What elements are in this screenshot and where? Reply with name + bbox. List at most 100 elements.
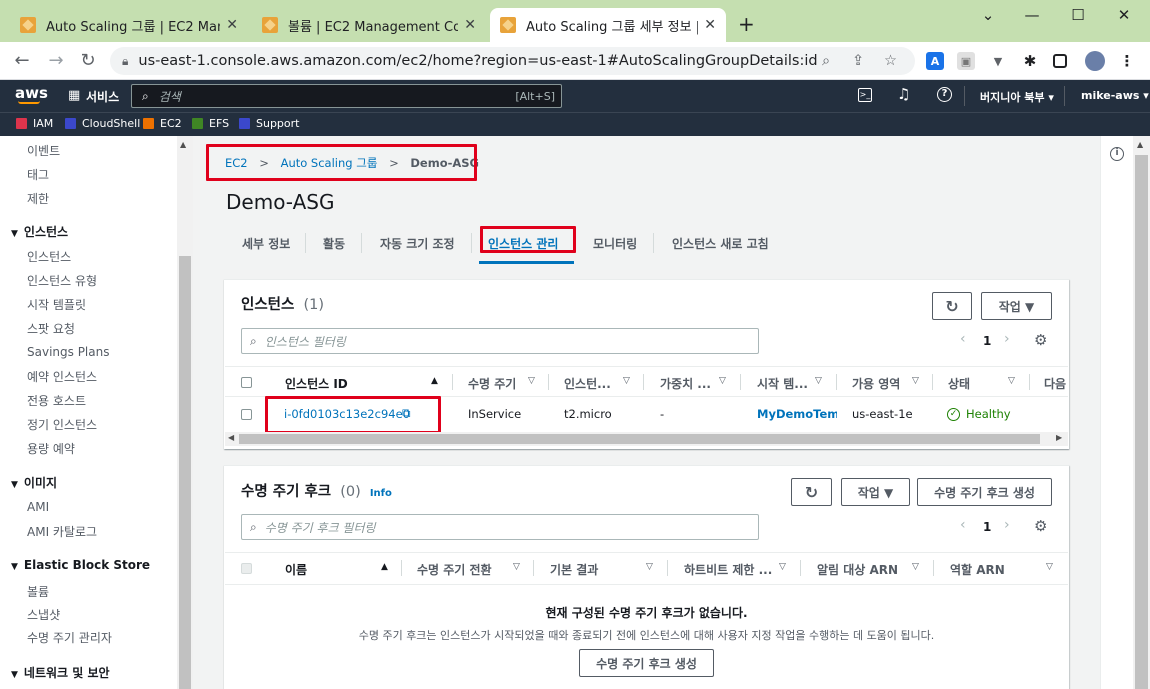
sort-icon[interactable]: ▽ <box>513 562 520 572</box>
sidebar-item-instances[interactable]: 인스턴스 <box>27 248 71 265</box>
sort-icon[interactable]: ▽ <box>719 376 726 386</box>
share-icon[interactable]: ⇪ <box>852 53 864 69</box>
current-page[interactable]: 1 <box>983 334 991 348</box>
tab-details[interactable]: 세부 정보 <box>242 235 290 252</box>
favorite-ec2[interactable]: EC2 <box>143 117 182 130</box>
column-header-lifecycle-transition[interactable]: 수명 주기 전환 <box>417 561 492 578</box>
scroll-up-arrow-icon[interactable]: ▲ <box>1137 140 1143 149</box>
sort-icon[interactable]: ▽ <box>646 562 653 572</box>
info-link[interactable]: Info <box>370 488 392 499</box>
sidebar-item-instance-types[interactable]: 인스턴스 유형 <box>27 272 97 289</box>
sidebar-item-spot-requests[interactable]: 스팟 요청 <box>27 320 75 337</box>
tab-search-icon[interactable]: ⌄ <box>968 6 1008 24</box>
sidebar-item-savings-plans[interactable]: Savings Plans <box>27 345 109 359</box>
column-header-next[interactable]: 다음 <box>1044 375 1068 392</box>
column-header-status[interactable]: 상태 <box>948 375 970 392</box>
refresh-instances-button[interactable]: ↻ <box>932 292 972 320</box>
next-page-icon[interactable]: › <box>1004 517 1010 533</box>
tab-automatic-scaling[interactable]: 자동 크기 조정 <box>380 235 455 252</box>
next-page-icon[interactable]: › <box>1004 331 1010 347</box>
account-menu[interactable]: mike-aws ▾ <box>1081 89 1149 102</box>
favorite-efs[interactable]: EFS <box>192 117 229 130</box>
services-grid-icon[interactable]: ▦ <box>68 88 80 103</box>
column-header-launch-template[interactable]: 시작 템... <box>757 375 808 392</box>
sidebar-scroll-thumb[interactable] <box>179 256 191 689</box>
sidebar-item-dedicated-hosts[interactable]: 전용 호스트 <box>27 392 86 409</box>
hooks-filter-input[interactable]: ⌕ 수명 주기 후크 필터링 <box>241 514 759 540</box>
column-header-instance-id[interactable]: 인스턴스 ID <box>285 375 348 392</box>
previous-page-icon[interactable]: ‹ <box>960 517 966 533</box>
sidebar-item-ami[interactable]: AMI <box>27 500 49 514</box>
column-header-default-result[interactable]: 기본 결과 <box>550 561 598 578</box>
global-search-input[interactable]: ⌕ 검색 [Alt+S] <box>131 84 562 108</box>
sidebar-section-network-security[interactable]: ▼ 네트워크 및 보안 <box>11 664 110 681</box>
settings-gear-icon[interactable]: ⚙ <box>1034 331 1047 349</box>
row-checkbox[interactable] <box>241 409 252 420</box>
tab-activity[interactable]: 활동 <box>323 235 345 252</box>
zoom-icon[interactable]: ⌕ <box>822 53 830 69</box>
aws-logo[interactable]: aws <box>15 84 48 102</box>
close-tab-icon[interactable]: ✕ <box>464 17 476 33</box>
browser-tab-asg-details[interactable]: Auto Scaling 그룹 세부 정보 | EC2 Management C… <box>490 8 726 42</box>
address-bar[interactable]: 🔒︎ us-east-1.console.aws.amazon.com/ec2/… <box>110 47 915 75</box>
tab-instance-refresh[interactable]: 인스턴스 새로 고침 <box>672 235 769 252</box>
column-header-notification-target-arn[interactable]: 알림 대상 ARN <box>817 561 898 578</box>
browser-tab-asg[interactable]: Auto Scaling 그룹 | EC2 Management Console… <box>10 8 248 42</box>
select-all-checkbox[interactable] <box>241 377 252 388</box>
sort-ascending-icon[interactable]: ▲ <box>381 562 388 572</box>
sidebar-item-tags[interactable]: 태그 <box>27 166 49 183</box>
sidebar-item-events[interactable]: 이벤트 <box>27 142 60 159</box>
hooks-actions-dropdown[interactable]: 작업 ▼ <box>841 478 910 506</box>
sidebar-item-limits[interactable]: 제한 <box>27 190 49 207</box>
sidebar-item-capacity-reservations[interactable]: 용량 예약 <box>27 440 75 457</box>
table-scroll-thumb[interactable] <box>239 434 1040 444</box>
translate-extension-icon[interactable]: A <box>926 52 944 70</box>
sort-ascending-icon[interactable]: ▲ <box>431 376 438 386</box>
back-arrow-icon[interactable]: ← <box>10 50 34 71</box>
help-icon[interactable]: ? <box>937 87 952 102</box>
sort-icon[interactable]: ▽ <box>1046 562 1053 572</box>
info-panel-icon[interactable]: i <box>1110 147 1124 161</box>
browser-tab-volumes[interactable]: 볼륨 | EC2 Management Console ✕ <box>252 8 486 42</box>
column-header-name[interactable]: 이름 <box>285 561 307 578</box>
close-tab-icon[interactable]: ✕ <box>226 17 238 33</box>
filter-extension-icon[interactable]: ▼ <box>989 52 1007 70</box>
sidebar-item-ami-catalog[interactable]: AMI 카탈로그 <box>27 523 97 540</box>
maximize-button[interactable]: ☐ <box>1058 6 1098 24</box>
sidebar-item-launch-templates[interactable]: 시작 템플릿 <box>27 296 86 313</box>
sidebar-section-ebs[interactable]: ▼ Elastic Block Store <box>11 558 150 572</box>
scroll-up-arrow-icon[interactable]: ▲ <box>180 140 186 149</box>
sidebar-section-images[interactable]: ▼ 이미지 <box>11 474 57 491</box>
sidebar-item-reserved-instances[interactable]: 예약 인스턴스 <box>27 368 97 385</box>
tab-monitoring[interactable]: 모니터링 <box>593 235 637 252</box>
services-menu[interactable]: 서비스 <box>86 88 119 105</box>
side-panel-icon[interactable] <box>1053 54 1067 68</box>
close-tab-icon[interactable]: ✕ <box>704 17 716 33</box>
sort-icon[interactable]: ▽ <box>623 376 630 386</box>
launch-template-link[interactable]: MyDemoTempl <box>757 407 837 421</box>
sidebar-section-instances[interactable]: ▼ 인스턴스 <box>11 223 68 240</box>
scroll-left-arrow-icon[interactable]: ◀ <box>228 433 234 442</box>
sort-icon[interactable]: ▽ <box>779 562 786 572</box>
sidebar-item-scheduled-instances[interactable]: 정기 인스턴스 <box>27 416 97 433</box>
column-header-instance-type[interactable]: 인스턴... <box>564 375 611 392</box>
column-header-lifecycle[interactable]: 수명 주기 <box>468 375 516 392</box>
instances-filter-input[interactable]: ⌕ 인스턴스 필터링 <box>241 328 759 354</box>
sort-icon[interactable]: ▽ <box>528 376 535 386</box>
column-header-weight[interactable]: 가중치 ... <box>660 375 711 392</box>
favorite-support[interactable]: Support <box>239 117 299 130</box>
bookmark-star-icon[interactable]: ☆ <box>884 53 897 69</box>
column-header-heartbeat-timeout[interactable]: 하트비트 제한 ... <box>684 561 772 578</box>
refresh-hooks-button[interactable]: ↻ <box>791 478 832 506</box>
current-page[interactable]: 1 <box>983 520 991 534</box>
reload-icon[interactable]: ↻ <box>76 50 100 71</box>
sort-icon[interactable]: ▽ <box>912 562 919 572</box>
new-tab-button[interactable]: + <box>738 12 755 36</box>
extension-icon[interactable]: ▣ <box>957 52 975 70</box>
forward-arrow-icon[interactable]: → <box>44 50 68 71</box>
column-header-availability-zone[interactable]: 가용 영역 <box>852 375 900 392</box>
sort-icon[interactable]: ▽ <box>1008 376 1015 386</box>
favorite-cloudshell[interactable]: CloudShell <box>65 117 140 130</box>
minimize-button[interactable]: — <box>1012 6 1052 24</box>
sidebar-item-volumes[interactable]: 볼륨 <box>27 583 49 600</box>
